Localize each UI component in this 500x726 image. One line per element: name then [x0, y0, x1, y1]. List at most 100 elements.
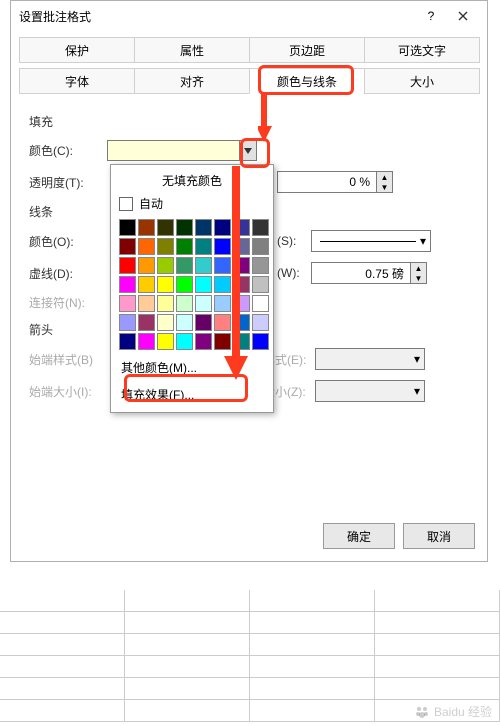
color-swatch[interactable]	[138, 238, 155, 255]
ok-button[interactable]: 确定	[323, 523, 395, 549]
help-button[interactable]: ?	[415, 4, 447, 28]
fill-color-dropdown-button[interactable]	[239, 140, 257, 161]
spin-up-icon: ▲	[377, 172, 392, 182]
spin-down-icon: ▼	[411, 273, 426, 283]
color-swatch[interactable]	[119, 219, 136, 236]
color-swatch[interactable]	[119, 314, 136, 331]
color-swatch[interactable]	[176, 219, 193, 236]
line-style-preview	[320, 241, 416, 242]
color-swatch[interactable]	[214, 333, 231, 350]
color-swatch[interactable]	[119, 276, 136, 293]
weight-label: (W):	[277, 266, 311, 280]
line-style-select[interactable]: ▾	[311, 230, 431, 252]
color-swatch[interactable]	[214, 238, 231, 255]
tab-colors-lines[interactable]: 颜色与线条	[249, 68, 365, 94]
color-swatch[interactable]	[138, 314, 155, 331]
color-swatch[interactable]	[252, 333, 269, 350]
color-swatch[interactable]	[157, 314, 174, 331]
tab-font[interactable]: 字体	[19, 68, 135, 94]
tab-alt-text[interactable]: 可选文字	[364, 37, 480, 63]
no-fill-option[interactable]: 无填充颜色	[115, 169, 269, 192]
color-swatch[interactable]	[176, 333, 193, 350]
tab-margins[interactable]: 页边距	[249, 37, 365, 63]
tab-protection[interactable]: 保护	[19, 37, 135, 63]
color-swatch[interactable]	[214, 257, 231, 274]
color-swatch[interactable]	[233, 219, 250, 236]
color-swatch[interactable]	[138, 333, 155, 350]
color-swatch[interactable]	[176, 238, 193, 255]
transparency-input[interactable]	[277, 171, 377, 193]
weight-input[interactable]	[311, 262, 411, 284]
paw-icon	[414, 704, 430, 720]
color-swatch[interactable]	[214, 314, 231, 331]
fill-color-label: 颜色(C):	[29, 142, 107, 159]
watermark: Baidu 经验	[414, 703, 492, 720]
dash-label: 虚线(D):	[29, 265, 107, 282]
color-swatch[interactable]	[157, 295, 174, 312]
titlebar: 设置批注格式 ?	[11, 1, 487, 31]
transparency-spinner[interactable]: ▲▼	[377, 171, 393, 193]
color-swatch[interactable]	[233, 314, 250, 331]
chevron-down-icon: ▾	[420, 234, 426, 248]
color-swatch[interactable]	[214, 219, 231, 236]
line-color-label: 颜色(O):	[29, 233, 107, 250]
color-swatch[interactable]	[233, 333, 250, 350]
color-swatch[interactable]	[195, 295, 212, 312]
fill-color-dropdown: 无填充颜色 自动 其他颜色(M)... 填充效果(F)...	[110, 164, 274, 413]
tabs-row1: 保护 属性 页边距 可选文字	[11, 31, 487, 62]
color-swatch[interactable]	[157, 257, 174, 274]
color-swatch[interactable]	[195, 257, 212, 274]
chevron-down-icon: ▾	[414, 352, 420, 366]
color-swatch[interactable]	[138, 257, 155, 274]
color-swatch[interactable]	[252, 276, 269, 293]
color-swatch[interactable]	[214, 295, 231, 312]
color-swatch[interactable]	[176, 295, 193, 312]
color-swatch[interactable]	[176, 276, 193, 293]
color-swatch[interactable]	[119, 238, 136, 255]
color-swatch[interactable]	[252, 314, 269, 331]
color-swatch[interactable]	[157, 238, 174, 255]
auto-color-option[interactable]: 自动	[115, 192, 269, 215]
begin-style-label: 始端样式(B)	[29, 351, 107, 368]
tab-alignment[interactable]: 对齐	[134, 68, 250, 94]
color-swatch[interactable]	[233, 295, 250, 312]
color-swatch[interactable]	[252, 238, 269, 255]
end-style-select[interactable]: ▾	[315, 348, 425, 370]
color-swatch[interactable]	[138, 219, 155, 236]
color-swatch[interactable]	[119, 333, 136, 350]
cancel-button[interactable]: 取消	[403, 523, 475, 549]
tab-properties[interactable]: 属性	[134, 37, 250, 63]
color-swatch[interactable]	[138, 276, 155, 293]
color-swatch[interactable]	[214, 276, 231, 293]
color-swatch[interactable]	[252, 295, 269, 312]
close-button[interactable]	[447, 4, 479, 28]
spin-down-icon: ▼	[377, 182, 392, 192]
weight-spinner[interactable]: ▲▼	[411, 262, 427, 284]
connector-label: 连接符(N):	[29, 294, 107, 311]
color-swatch[interactable]	[119, 257, 136, 274]
color-swatch[interactable]	[176, 314, 193, 331]
color-swatch[interactable]	[138, 295, 155, 312]
color-swatch[interactable]	[252, 219, 269, 236]
more-colors-option[interactable]: 其他颜色(M)...	[115, 354, 269, 381]
tab-size[interactable]: 大小	[364, 68, 480, 94]
fill-effects-option[interactable]: 填充效果(F)...	[115, 381, 269, 408]
color-swatch[interactable]	[176, 257, 193, 274]
end-size-select[interactable]: ▾	[315, 380, 425, 402]
color-swatch[interactable]	[252, 257, 269, 274]
color-swatch[interactable]	[195, 314, 212, 331]
color-swatch[interactable]	[119, 295, 136, 312]
line-style-label: (S):	[277, 234, 311, 248]
color-swatch[interactable]	[195, 219, 212, 236]
color-swatch[interactable]	[157, 219, 174, 236]
fill-color-field[interactable]	[107, 140, 257, 161]
color-swatch[interactable]	[195, 238, 212, 255]
color-swatch[interactable]	[233, 257, 250, 274]
transparency-label: 透明度(T):	[29, 174, 107, 191]
color-swatch[interactable]	[195, 333, 212, 350]
color-swatch[interactable]	[157, 333, 174, 350]
color-swatch[interactable]	[195, 276, 212, 293]
color-swatch[interactable]	[233, 238, 250, 255]
color-swatch[interactable]	[233, 276, 250, 293]
color-swatch[interactable]	[157, 276, 174, 293]
